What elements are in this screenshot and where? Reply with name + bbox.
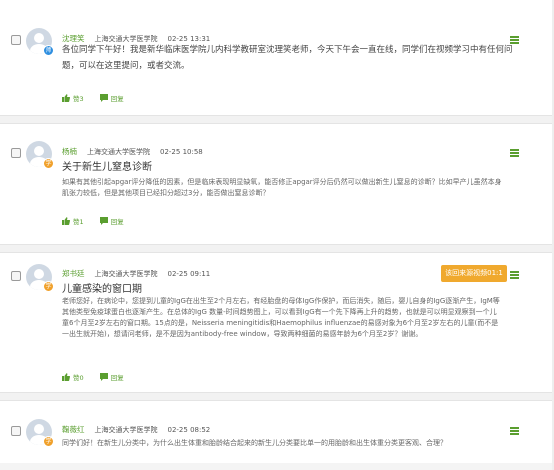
- menu-icon[interactable]: [510, 271, 519, 279]
- bottom-strip: [0, 463, 554, 470]
- role-badge: 学: [43, 158, 54, 169]
- thumbs-up-icon: [62, 373, 70, 381]
- post-meta: 郑书廷 上海交通大学医学院 02-25 09:11: [62, 268, 210, 279]
- like-count: 赞3: [73, 95, 84, 103]
- school-name: 上海交通大学医学院: [94, 426, 158, 434]
- reply-label: 回复: [110, 218, 124, 226]
- school-name: 上海交通大学医学院: [87, 148, 150, 156]
- post-time: 02-25 09:11: [167, 270, 211, 278]
- post-meta: 杨楠 上海交通大学医学院 02-25 10:58: [62, 146, 203, 157]
- reply-button[interactable]: 回复: [99, 216, 124, 226]
- like-button[interactable]: 赞1: [62, 216, 84, 226]
- school-name: 上海交通大学医学院: [94, 270, 158, 278]
- post-item: 学 郑书廷 上海交通大学医学院 02-25 09:11 该回来源视频01:1 儿童感…: [0, 253, 554, 392]
- post-body: 老师您好，在病论中，您提到儿童的IgG在出生至2个月左右，有经胎盘的母体IgG作…: [62, 297, 500, 338]
- username[interactable]: 郑书廷: [62, 269, 85, 278]
- select-checkbox[interactable]: [11, 148, 21, 158]
- post-actions: 赞0 回复: [62, 372, 138, 383]
- like-count: 赞0: [73, 374, 84, 382]
- post-body: 各位同学下午好！我是新华临床医学院儿内科学教研室沈理笑老师，今天下午会一直在线，…: [62, 45, 513, 71]
- post-meta: 鞠薇红 上海交通大学医学院 02-25 08:52: [62, 424, 210, 435]
- username[interactable]: 鞠薇红: [62, 425, 85, 434]
- comment-icon: [99, 94, 108, 102]
- post-body: 如果有其他引起apgar评分降低的因素，但是临床表现明显缺氧，能否修正apgar…: [62, 178, 502, 197]
- post-time: 02-25 08:52: [167, 426, 211, 434]
- role-badge: 师: [43, 45, 54, 56]
- post-item: 学 杨楠 上海交通大学医学院 02-25 10:58 关于新生儿窒息诊断 如果有其他…: [0, 124, 554, 244]
- post-actions: 赞3 回复: [62, 93, 138, 104]
- select-checkbox[interactable]: [11, 426, 21, 436]
- post-time: 02-25 10:58: [160, 148, 203, 156]
- thumbs-up-icon: [62, 217, 70, 225]
- role-badge: 学: [43, 436, 54, 447]
- like-count: 赞1: [73, 218, 84, 226]
- post-title[interactable]: 儿童感染的窗口期: [62, 280, 142, 295]
- comment-icon: [99, 217, 108, 225]
- divider: [0, 115, 554, 124]
- select-checkbox[interactable]: [11, 271, 21, 281]
- reply-button[interactable]: 回复: [99, 372, 124, 382]
- reply-label: 回复: [110, 374, 124, 382]
- like-button[interactable]: 赞0: [62, 372, 84, 382]
- divider: [0, 392, 554, 401]
- source-video-button[interactable]: 该回来源视频01:1: [441, 265, 507, 282]
- thumbs-up-icon: [62, 94, 70, 102]
- menu-icon[interactable]: [510, 149, 519, 157]
- role-badge: 学: [43, 281, 54, 292]
- comment-icon: [99, 373, 108, 381]
- divider: [0, 244, 554, 253]
- post-item: 师 沈理笑 上海交通大学医学院 02-25 13:31 各位同学下午好！我是新华临床…: [0, 0, 554, 115]
- menu-icon[interactable]: [510, 427, 519, 435]
- reply-label: 回复: [110, 95, 124, 103]
- post-body: 同学们好！在新生儿分类中，为什么出生体重和胎龄结合起来的新生儿分类要比单一的用胎…: [62, 439, 447, 447]
- post-actions: 赞1 回复: [62, 216, 138, 227]
- reply-button[interactable]: 回复: [99, 93, 124, 103]
- post-title[interactable]: 关于新生儿窒息诊断: [62, 158, 152, 173]
- username[interactable]: 杨楠: [62, 147, 77, 156]
- post-item: 学 鞠薇红 上海交通大学医学院 02-25 08:52 同学们好！在新生儿分类中，为…: [0, 401, 554, 463]
- like-button[interactable]: 赞3: [62, 93, 84, 103]
- select-checkbox[interactable]: [11, 35, 21, 45]
